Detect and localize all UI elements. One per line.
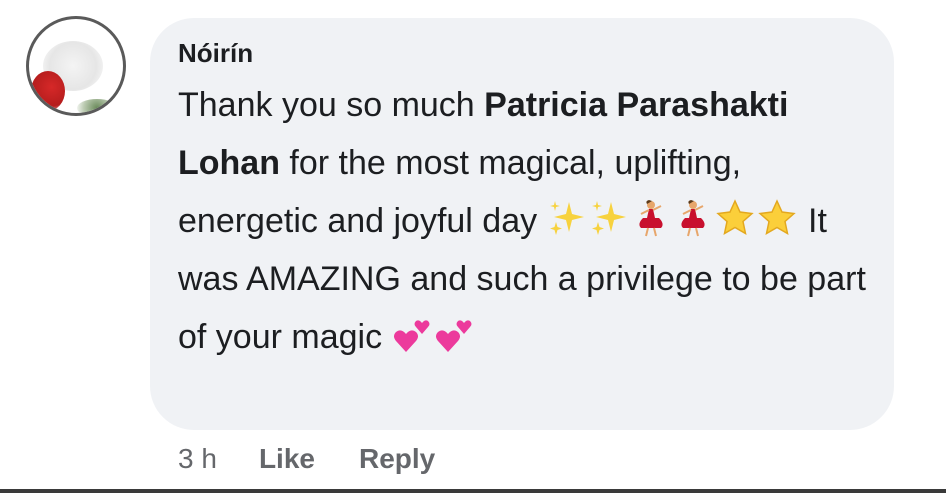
sparkles-icon [589, 198, 629, 238]
like-button[interactable]: Like [259, 440, 315, 478]
avatar[interactable] [26, 16, 126, 116]
comment-bubble: Nóirín Thank you so much Patricia Parash… [150, 18, 894, 430]
reply-button[interactable]: Reply [359, 440, 435, 478]
comment-text: Thank you so much Patricia Parashakti Lo… [178, 76, 868, 366]
comment-actions: 3 h Like Reply [178, 440, 479, 478]
comment-text-part: Thank you so much [178, 86, 485, 124]
star-icon [757, 198, 797, 238]
star-icon [715, 198, 755, 238]
divider [0, 489, 946, 493]
author-name[interactable]: Nóirín [178, 36, 870, 70]
dancer-icon [673, 198, 713, 238]
dancer-icon [631, 198, 671, 238]
timestamp[interactable]: 3 h [178, 440, 217, 478]
comment: Nóirín Thank you so much Patricia Parash… [0, 0, 946, 493]
sparkles-icon [547, 198, 587, 238]
two-hearts-icon [434, 314, 474, 354]
two-hearts-icon [392, 314, 432, 354]
